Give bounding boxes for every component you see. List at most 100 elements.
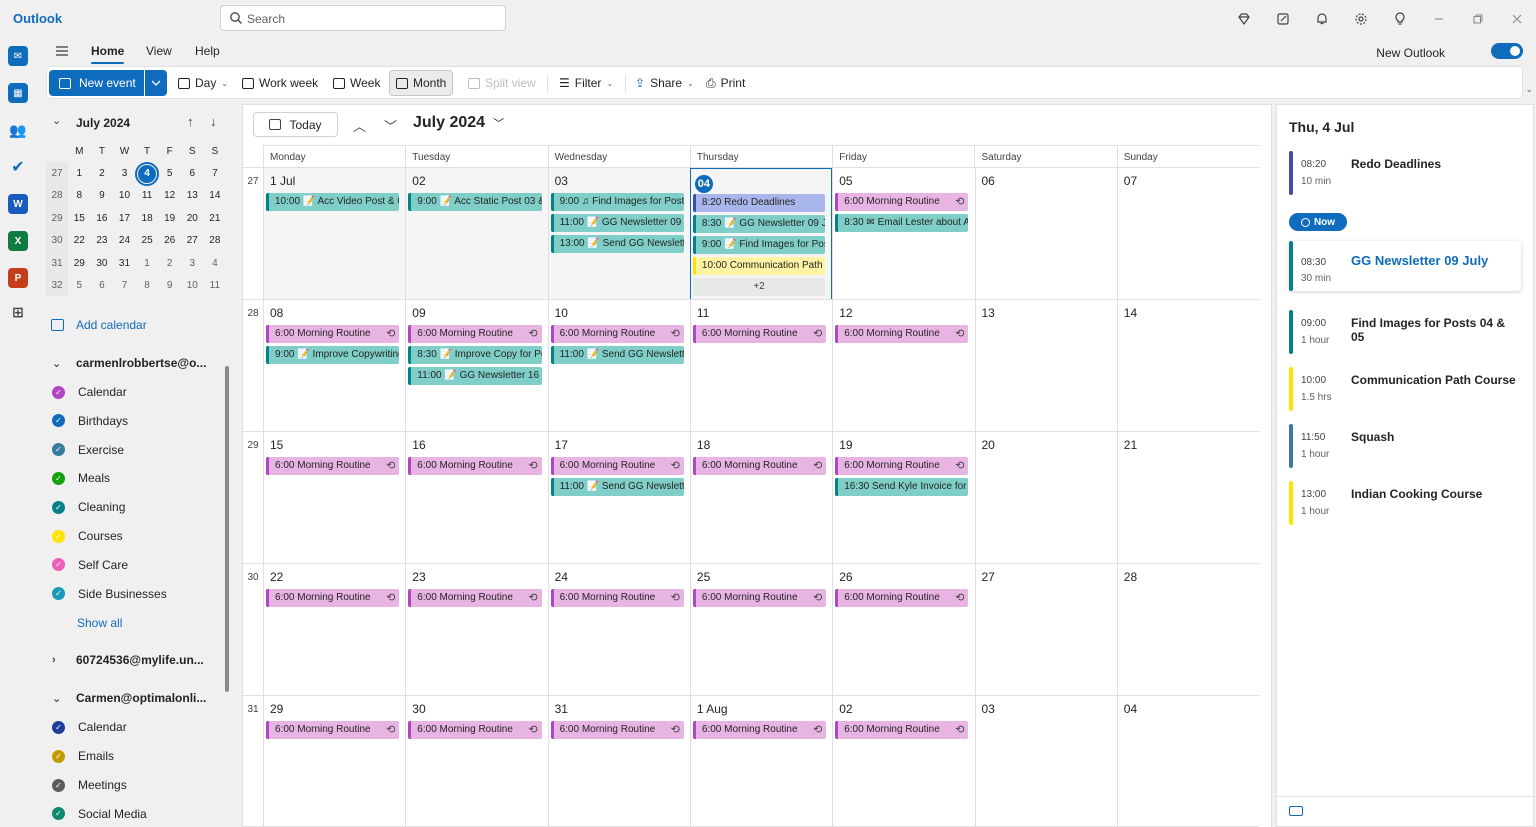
mini-calendar-day[interactable]: 2 [158, 258, 181, 269]
calendar-event[interactable]: 6:00 Morning Routine ⟲ [266, 589, 400, 607]
day-cell[interactable]: 20 [974, 432, 1117, 564]
bell-icon[interactable] [1302, 4, 1341, 34]
mini-calendar-day[interactable]: 30 [91, 258, 114, 269]
new-outlook-toggle[interactable] [1491, 43, 1523, 59]
checkmark-circle-icon[interactable]: ✓ [52, 529, 65, 543]
mini-calendar-day[interactable]: 2 [91, 168, 114, 179]
agenda-item[interactable]: 09:00 1 hour Find Images for Posts 04 & 05 [1289, 310, 1521, 354]
calendar-app-icon[interactable]: ▦ [8, 83, 28, 103]
hamburger-menu-icon[interactable] [54, 44, 70, 58]
next-month-chevron-icon[interactable]: ﹀ [384, 116, 397, 135]
mini-calendar-day[interactable]: 26 [158, 235, 181, 246]
today-button[interactable]: Today [253, 112, 338, 137]
mini-calendar-day[interactable]: 12 [158, 190, 181, 201]
checkmark-circle-icon[interactable]: ✓ [52, 500, 65, 514]
checkmark-circle-icon[interactable]: ✓ [52, 587, 65, 601]
calendar-event[interactable]: 9:00 📝 Find Images for Post [692, 236, 826, 254]
calendar-event[interactable]: 9:00 ♫ Find Images for Post [550, 193, 684, 211]
mini-calendar-day[interactable]: 11 [136, 190, 159, 201]
day-cell[interactable]: 11 6:00 Morning Routine ⟲ [689, 300, 832, 432]
calendar-event[interactable]: 10:00 📝 Acc Video Post & 01 [266, 193, 400, 211]
calendar-event[interactable]: 6:00 Morning Routine ⟲ [408, 325, 542, 343]
checkmark-circle-icon[interactable]: ✓ [52, 778, 65, 792]
calendar-event[interactable]: 6:00 Morning Routine ⟲ [835, 325, 969, 343]
checkmark-circle-icon[interactable]: ✓ [52, 749, 65, 763]
calendar-event[interactable]: 6:00 Morning Routine ⟲ [550, 325, 684, 343]
mini-calendar-title[interactable]: July 2024 [76, 116, 130, 130]
day-cell[interactable]: 28 [1116, 564, 1259, 696]
mini-calendar-day[interactable]: 20 [181, 213, 204, 224]
left-pane-scrollbar[interactable] [225, 366, 229, 692]
day-cell[interactable]: 04 [1116, 696, 1259, 827]
account-header[interactable]: ⌄ carmenlrobbertse@o... [52, 356, 206, 370]
mini-calendar-day[interactable]: 28 [204, 235, 227, 246]
mini-calendar-day[interactable]: 3 [181, 258, 204, 269]
calendar-item[interactable]: ✓ Exercise [52, 443, 124, 457]
calendar-event[interactable]: 11:00 📝 GG Newsletter 09 Ju [550, 214, 684, 232]
day-cell[interactable]: 03 9:00 ♫ Find Images for Post 11:00 📝 GG … [547, 168, 690, 300]
tab-home[interactable]: Home [91, 44, 125, 64]
print-button[interactable]: ⎙ Print [700, 70, 751, 96]
account-header[interactable]: › 60724536@mylife.un... [52, 653, 204, 667]
day-cell[interactable]: 1 Jul 10:00 📝 Acc Video Post & 01 [263, 168, 406, 300]
day-cell[interactable]: 17 6:00 Morning Routine ⟲ 11:00 📝 Send GG N… [547, 432, 690, 564]
mini-calendar-day[interactable]: 9 [158, 280, 181, 291]
mini-calendar-day[interactable]: 18 [136, 213, 159, 224]
day-cell[interactable]: 13 [974, 300, 1117, 432]
calendar-event[interactable]: 6:00 Morning Routine ⟲ [408, 457, 542, 475]
calendar-item[interactable]: ✓ Meetings [52, 778, 127, 792]
day-cell[interactable]: 19 6:00 Morning Routine ⟲ 16:30 Send Kyle I… [832, 432, 974, 564]
day-cell[interactable]: 03 [974, 696, 1117, 827]
month-title-picker[interactable]: July 2024 ﹀ [413, 114, 504, 132]
lightbulb-icon[interactable] [1380, 4, 1419, 34]
calendar-event[interactable]: 6:00 Morning Routine ⟲ [550, 457, 684, 475]
mini-calendar-day[interactable]: 16 [91, 213, 114, 224]
calendar-item[interactable]: ✓ Self Care [52, 558, 128, 572]
new-event-button[interactable]: New event [49, 70, 144, 96]
mini-calendar-day[interactable]: 5 [68, 280, 91, 291]
day-cell[interactable]: 22 6:00 Morning Routine ⟲ [263, 564, 405, 696]
agenda-item[interactable]: 11:50 1 hour Squash [1289, 424, 1521, 468]
arrow-up-icon[interactable]: ↑ [187, 114, 194, 129]
word-app-icon[interactable]: W [8, 194, 28, 214]
day-cell[interactable]: 07 [1116, 168, 1259, 300]
agenda-item[interactable]: 13:00 1 hour Indian Cooking Course [1289, 481, 1521, 525]
mini-calendar-collapse-chevron-icon[interactable]: ⌄ [52, 114, 61, 127]
calendar-event[interactable]: 6:00 Morning Routine ⟲ [266, 325, 400, 343]
mini-calendar-day[interactable]: 22 [68, 235, 91, 246]
mini-calendar-day[interactable]: 25 [136, 235, 159, 246]
calendar-item[interactable]: ✓ Meals [52, 471, 110, 485]
calendar-event[interactable]: 8:30 ✉ Email Lester about A [835, 214, 969, 232]
mini-calendar-day[interactable]: 23 [91, 235, 114, 246]
calendar-event[interactable]: 6:00 Morning Routine ⟲ [550, 589, 684, 607]
share-button[interactable]: ⇪ Share ⌄ [629, 70, 700, 96]
checkmark-circle-icon[interactable]: ✓ [52, 558, 65, 572]
day-cell[interactable]: 09 6:00 Morning Routine ⟲ 8:30 📝 Improve Co… [405, 300, 547, 432]
agenda-item[interactable]: 08:30 30 min GG Newsletter 09 July [1289, 241, 1521, 291]
calendar-event[interactable]: 6:00 Morning Routine ⟲ [266, 721, 400, 739]
mini-calendar-day[interactable]: 19 [158, 213, 181, 224]
close-icon[interactable] [1497, 4, 1536, 34]
notes-icon[interactable] [1263, 4, 1302, 34]
calendar-event[interactable]: 10:00 Communication Path C [692, 257, 826, 275]
checkmark-circle-icon[interactable]: ✓ [52, 414, 65, 428]
calendar-event[interactable]: 6:00 Morning Routine ⟲ [408, 589, 542, 607]
calendar-item[interactable]: ✓ Calendar [52, 385, 127, 399]
mini-calendar-day[interactable]: 10 [181, 280, 204, 291]
day-cell[interactable]: 15 6:00 Morning Routine ⟲ [263, 432, 405, 564]
mini-calendar-today[interactable]: 4 [135, 161, 160, 186]
checkmark-circle-icon[interactable]: ✓ [52, 807, 65, 821]
mini-calendar-day[interactable]: 17 [113, 213, 136, 224]
gear-icon[interactable] [1341, 4, 1380, 34]
calendar-event[interactable]: 6:00 Morning Routine ⟲ [692, 589, 827, 607]
mini-calendar-day[interactable]: 5 [158, 168, 181, 179]
day-view-button[interactable]: Day ⌄ [172, 70, 234, 96]
day-cell[interactable]: 12 6:00 Morning Routine ⟲ [832, 300, 974, 432]
day-cell[interactable]: 31 6:00 Morning Routine ⟲ [547, 696, 690, 827]
calendar-item[interactable]: ✓ Calendar [52, 720, 127, 734]
mini-calendar-day[interactable]: 8 [136, 280, 159, 291]
day-cell[interactable]: 02 9:00 📝 Acc Static Post 03 & 0 [405, 168, 548, 300]
day-cell[interactable]: 25 6:00 Morning Routine ⟲ [689, 564, 832, 696]
excel-app-icon[interactable]: X [8, 231, 28, 251]
add-calendar-link[interactable]: Add calendar [51, 318, 147, 332]
